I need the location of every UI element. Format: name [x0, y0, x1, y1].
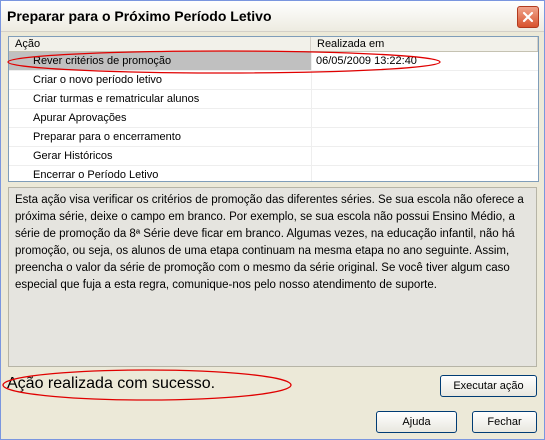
close-window-button[interactable]	[517, 6, 539, 28]
row-done-at-cell	[311, 128, 538, 146]
dialog-window: Preparar para o Próximo Período Letivo A…	[0, 0, 545, 440]
actions-list: Ação Realizada em Rever critérios de pro…	[8, 36, 539, 182]
row-action-cell: Criar o novo período letivo	[33, 74, 163, 86]
window-title: Preparar para o Próximo Período Letivo	[7, 8, 272, 24]
row-done-at-cell	[311, 109, 538, 127]
status-message: Ação realizada com sucesso.	[7, 375, 216, 392]
row-done-at-cell: 06/05/2009 13:22:40	[311, 52, 538, 70]
list-row[interactable]: Apurar Aprovações	[9, 109, 538, 128]
list-row[interactable]: Criar o novo período letivo	[9, 71, 538, 90]
close-icon	[522, 11, 534, 23]
row-action-cell: Preparar para o encerramento	[33, 131, 181, 143]
row-done-at-cell	[311, 90, 538, 108]
row-done-at-cell	[311, 166, 538, 181]
row-action-cell: Criar turmas e rematricular alunos	[33, 93, 200, 105]
list-row[interactable]: Rever critérios de promoção 06/05/2009 13…	[9, 52, 538, 71]
row-action-cell: Encerrar o Período Letivo	[33, 169, 159, 181]
list-header: Ação Realizada em	[9, 37, 538, 52]
row-action-cell: Rever critérios de promoção	[9, 52, 311, 70]
row-done-at-cell	[311, 147, 538, 165]
column-header-done-at[interactable]: Realizada em	[311, 37, 538, 51]
row-action-cell: Gerar Históricos	[33, 150, 113, 162]
row-action-cell: Apurar Aprovações	[33, 112, 127, 124]
close-button[interactable]: Fechar	[472, 411, 537, 433]
list-row[interactable]: Criar turmas e rematricular alunos	[9, 90, 538, 109]
list-row[interactable]: Preparar para o encerramento	[9, 128, 538, 147]
list-row[interactable]: Gerar Históricos	[9, 147, 538, 166]
column-header-action[interactable]: Ação	[9, 37, 311, 51]
list-row[interactable]: Encerrar o Período Letivo	[9, 166, 538, 181]
action-description: Esta ação visa verificar os critérios de…	[8, 187, 537, 367]
title-bar: Preparar para o Próximo Período Letivo	[1, 1, 544, 32]
list-rows: Rever critérios de promoção 06/05/2009 13…	[9, 52, 538, 181]
execute-action-button[interactable]: Executar ação	[440, 375, 537, 397]
row-done-at-cell	[311, 71, 538, 89]
help-button[interactable]: Ajuda	[376, 411, 457, 433]
